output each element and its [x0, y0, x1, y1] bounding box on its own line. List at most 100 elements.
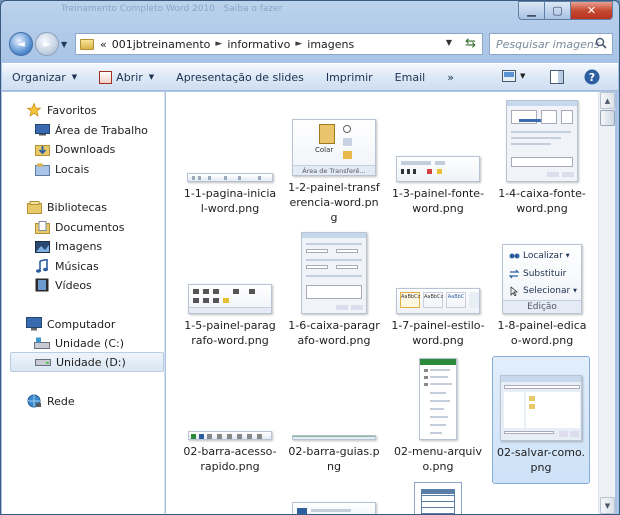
file-name: 1-4-caixa-fonte-word.png — [498, 187, 586, 215]
file-tile[interactable]: Localizar ▼ Substituir Selecionar ▼ Edição… — [494, 232, 590, 357]
quick-access-bar-image — [188, 431, 272, 440]
desktop-icon — [34, 123, 50, 137]
breadcrumb-001jbtreinamento[interactable]: 001jbtreinamento — [112, 38, 211, 51]
network-label: Rede — [47, 394, 75, 408]
organize-label: Organizar — [12, 70, 66, 84]
file-thumbnail — [496, 359, 586, 441]
navigation-row: ◄ ► ▼ « 001jbtreinamento ► informativo ►… — [9, 31, 613, 57]
nav-downloads[interactable]: Downloads — [34, 139, 164, 159]
file-tile-partial[interactable] — [390, 478, 486, 514]
nav-libraries[interactable]: Bibliotecas — [26, 197, 164, 217]
address-dropdown-icon[interactable]: ▼ — [446, 38, 452, 47]
nav-drive-c[interactable]: Unidade (C:) — [34, 333, 164, 353]
editing-panel-image: Localizar ▼ Substituir Selecionar ▼ Edição — [502, 244, 582, 314]
breadcrumb-informativo[interactable]: informativo — [227, 38, 290, 51]
search-box[interactable]: Pesquisar imagens — [489, 33, 613, 55]
breadcrumb-separator[interactable]: ► — [295, 39, 302, 49]
clipboard-group-label: Área de Transferê... — [293, 165, 375, 175]
file-tile[interactable]: 1-6-caixa-paragrafo-word.png — [286, 232, 382, 357]
libraries-icon — [26, 200, 42, 214]
replace-label: Substituir — [523, 269, 567, 279]
font-panel-image — [396, 156, 480, 182]
breadcrumb-separator[interactable]: ► — [215, 39, 222, 49]
open-label: Abrir — [116, 70, 143, 84]
file-thumbnail — [393, 100, 483, 182]
file-name: 02-barra-acesso-rapido.png — [183, 445, 277, 473]
scroll-thumb[interactable] — [600, 110, 615, 126]
address-bar[interactable]: « 001jbtreinamento ► informativo ► image… — [75, 33, 483, 55]
print-button[interactable]: Imprimir — [326, 71, 373, 84]
file-thumbnail — [185, 358, 275, 440]
file-list: 1-1-pagina-inicial-word.png Colar Área d… — [166, 92, 598, 514]
minimize-button[interactable]: ▁ — [518, 1, 544, 20]
nav-music[interactable]: Músicas — [34, 256, 164, 276]
window-controls: ▁ ▢ ✕ — [518, 1, 613, 20]
file-name: 1-3-painel-fonte-word.png — [391, 187, 485, 215]
navigation-pane: Favoritos Área de Trabalho Downloads Loc… — [2, 92, 165, 514]
nav-pictures[interactable]: Imagens — [34, 236, 164, 256]
chevron-down-icon: ▼ — [148, 73, 155, 81]
nav-favorites[interactable]: Favoritos — [26, 100, 164, 120]
file-tile[interactable]: 02-barra-guias.png — [286, 358, 382, 483]
file-tile[interactable]: 1-3-painel-fonte-word.png — [390, 100, 486, 225]
clipboard-panel-image: Colar Área de Transferê... — [292, 119, 376, 176]
nav-videos[interactable]: Vídeos — [34, 275, 164, 295]
nav-desktop[interactable]: Área de Trabalho — [34, 120, 164, 140]
file-thumbnail — [185, 100, 275, 182]
file-tile[interactable]: 1-4-caixa-fonte-word.png — [494, 100, 590, 225]
documents-label: Documentos — [55, 220, 125, 234]
file-tile-selected[interactable]: 02-salvar-como.png — [492, 356, 590, 484]
search-input[interactable]: Pesquisar imagens — [496, 38, 600, 51]
paste-label: Colar — [315, 146, 334, 154]
nav-drive-d[interactable]: Unidade (D:) — [10, 352, 164, 372]
back-button[interactable]: ◄ — [9, 32, 33, 56]
favorites-label: Favoritos — [47, 103, 97, 117]
slideshow-button[interactable]: Apresentação de slides — [176, 71, 304, 84]
file-tile[interactable]: 1-5-painel-paragrafo-word.png — [182, 232, 278, 357]
file-tile[interactable]: 02-barra-acesso-rapido.png — [182, 358, 278, 483]
address-overflow[interactable]: « — [100, 38, 107, 51]
nav-documents[interactable]: Documentos — [34, 217, 164, 237]
email-button[interactable]: Email — [395, 71, 426, 84]
file-tile[interactable]: 02-menu-arquivo.png — [390, 358, 486, 483]
file-thumbnail — [185, 232, 275, 314]
file-name: 02-menu-arquivo.png — [394, 445, 482, 473]
scroll-up-button[interactable]: ▲ — [600, 92, 615, 109]
file-tile[interactable]: Colar Área de Transferê... 1-2-painel-tr… — [286, 100, 382, 225]
nav-places[interactable]: Locais — [34, 159, 164, 179]
organize-button[interactable]: Organizar ▼ — [12, 71, 77, 84]
views-button[interactable]: ▼ — [502, 70, 525, 82]
file-thumbnail-partial — [292, 502, 376, 514]
forward-button[interactable]: ► — [35, 32, 59, 56]
file-tile-partial[interactable] — [286, 490, 382, 514]
documents-icon — [34, 220, 50, 234]
more-commands-button[interactable]: » — [447, 71, 454, 84]
help-button[interactable]: ? — [584, 69, 600, 85]
folder-icon — [80, 38, 94, 50]
file-thumbnail: Localizar ▼ Substituir Selecionar ▼ Edição — [497, 232, 587, 314]
svg-text:?: ? — [589, 71, 595, 84]
file-tile[interactable]: AaBbCc AaBbCc AaBbC 1-7-painel-estilo-wo… — [390, 232, 486, 357]
file-tile[interactable]: 1-1-pagina-inicial-word.png — [182, 100, 278, 225]
search-icon[interactable] — [595, 37, 607, 49]
select-label: Selecionar — [523, 286, 571, 296]
vertical-scrollbar[interactable]: ▲ ▼ — [598, 92, 615, 514]
drive-d-label: Unidade (D:) — [56, 355, 126, 369]
refresh-icon[interactable]: ⇆ — [465, 36, 476, 51]
recent-pages-dropdown[interactable]: ▼ — [61, 40, 71, 49]
chevron-down-icon: ▼ — [71, 73, 78, 81]
breadcrumb-imagens[interactable]: imagens — [307, 38, 354, 51]
file-name: 1-1-pagina-inicial-word.png — [183, 187, 277, 215]
forward-arrow-icon: ► — [43, 38, 51, 50]
file-thumbnail: Colar Área de Transferê... — [289, 100, 379, 176]
explorer-window: Treinamento Completo Word 2010 · Saiba o… — [0, 0, 620, 515]
nav-computer[interactable]: Computador — [26, 314, 164, 334]
window-title: Treinamento Completo Word 2010 · Saiba o… — [61, 4, 283, 14]
preview-pane-button[interactable] — [550, 70, 564, 84]
open-button[interactable]: Abrir ▼ — [99, 70, 155, 84]
file-thumbnail — [393, 358, 483, 440]
maximize-button[interactable]: ▢ — [544, 1, 570, 20]
nav-network[interactable]: Rede — [26, 391, 164, 411]
close-button[interactable]: ✕ — [570, 1, 613, 20]
scroll-down-button[interactable]: ▼ — [600, 497, 615, 514]
